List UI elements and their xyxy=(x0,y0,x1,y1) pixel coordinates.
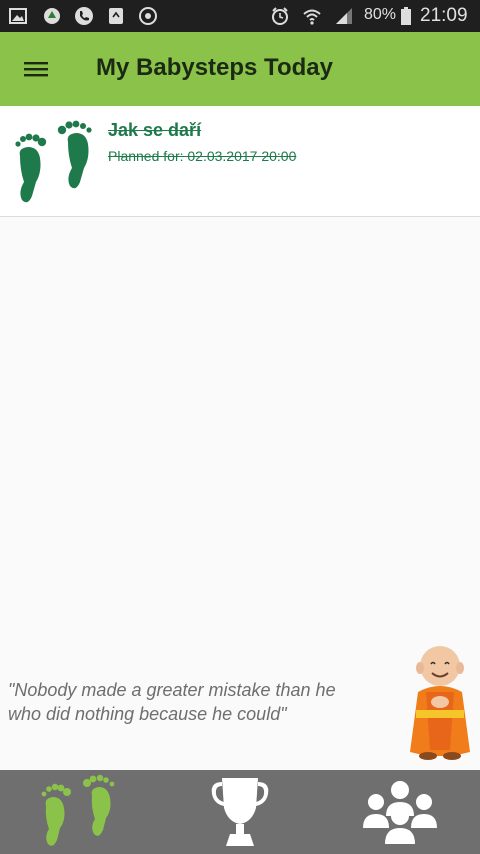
motivational-quote: "Nobody made a greater mistake than he w… xyxy=(8,678,408,726)
footprints-icon xyxy=(41,774,115,846)
battery-percent: 80% xyxy=(364,6,397,23)
step-planned-date: Planned for: 02.03.2017 20:00 xyxy=(108,148,297,164)
recycle-icon xyxy=(109,8,123,24)
list-item[interactable]: Jak se daří Planned for: 02.03.2017 20:0… xyxy=(0,106,480,217)
status-time: 21:09 xyxy=(420,5,468,26)
bottom-navigation xyxy=(0,770,480,854)
sync-icon xyxy=(139,7,157,25)
app-icon xyxy=(44,8,60,24)
nav-achievements-button[interactable] xyxy=(160,770,320,854)
image-icon xyxy=(9,8,27,24)
signal-icon xyxy=(336,8,352,24)
status-bar: 80% 21:09 xyxy=(0,0,480,32)
phone-icon xyxy=(75,7,93,25)
menu-button[interactable] xyxy=(20,54,54,84)
quote-line-1: "Nobody made a greater mistake than he xyxy=(8,680,336,700)
page-title: My Babysteps Today xyxy=(96,54,333,81)
wifi-icon xyxy=(303,9,321,25)
quote-line-2: who did nothing because he could" xyxy=(8,704,287,724)
hamburger-menu-icon xyxy=(24,62,48,77)
app-bar: My Babysteps Today xyxy=(0,32,480,106)
battery-icon xyxy=(401,7,411,25)
step-title: Jak se daří xyxy=(108,120,202,140)
footprints-icon xyxy=(15,120,92,203)
nav-babysteps-button[interactable] xyxy=(0,770,160,854)
community-icon xyxy=(363,781,437,844)
nav-community-button[interactable] xyxy=(320,770,480,854)
monk-mascot-icon xyxy=(410,646,470,760)
alarm-icon xyxy=(272,7,288,25)
trophy-icon xyxy=(211,778,269,846)
